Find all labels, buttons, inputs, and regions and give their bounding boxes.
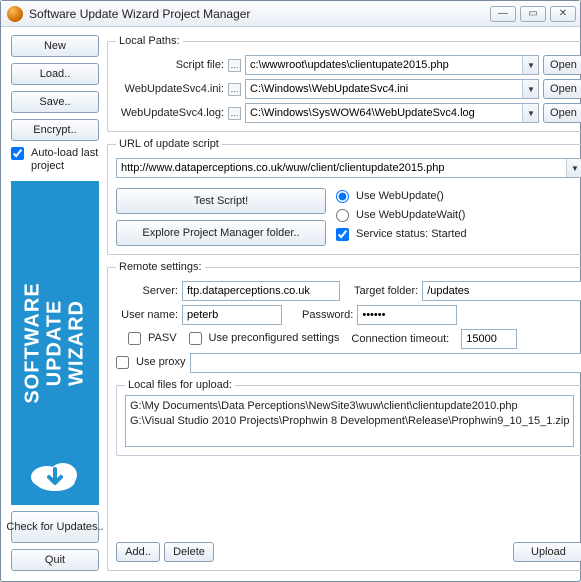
load-button[interactable]: Load.. [11,63,99,85]
target-label: Target folder: [354,285,418,297]
app-window: Software Update Wizard Project Manager —… [0,0,581,582]
script-open-button[interactable]: Open [543,55,581,75]
server-label: Server: [116,285,178,297]
autoload-label: Auto-load last project [31,147,99,173]
titlebar: Software Update Wizard Project Manager —… [1,1,580,27]
use-webupdatewait-row[interactable]: Use WebUpdateWait() [336,209,467,222]
preconf-label: Use preconfigured settings [209,332,340,345]
timeout-input[interactable] [461,329,517,349]
script-file-label: Script file: [116,59,224,71]
proxy-input[interactable] [190,353,581,373]
pasv-row[interactable]: PASV [128,332,177,345]
maximize-button[interactable]: ▭ [520,6,546,22]
remote-group: Remote settings: Server: Target folder: … [107,261,581,571]
chevron-down-icon[interactable]: ▼ [522,80,538,98]
test-script-button[interactable]: Test Script! [116,188,326,214]
cloud-download-icon [27,455,83,495]
banner-line1: SOFTWARE [22,283,44,404]
add-button[interactable]: Add.. [116,542,160,562]
password-input[interactable] [357,305,457,325]
log-label: WebUpdateSvc4.log: [116,107,224,119]
service-status-label: Service status: Started [356,228,467,241]
url-legend: URL of update script [116,138,222,150]
password-label: Password: [302,309,353,321]
autoload-checkbox[interactable] [11,147,24,160]
proxy-row[interactable]: Use proxy [116,356,186,369]
user-input[interactable] [182,305,282,325]
ini-input[interactable] [245,79,539,99]
timeout-label: Connection timeout: [351,333,449,345]
remote-legend: Remote settings: [116,261,205,273]
list-item[interactable]: G:\My Documents\Data Perceptions\NewSite… [130,399,569,414]
upload-button[interactable]: Upload [513,542,581,562]
local-paths-group: Local Paths: Script file: … ▼ Open WebUp… [107,35,581,132]
pasv-checkbox[interactable] [128,332,141,345]
chevron-down-icon[interactable]: ▼ [522,56,538,74]
url-input[interactable] [116,158,581,178]
use-webupdatewait-radio[interactable] [336,209,349,222]
url-group: URL of update script ▼ Test Script! Expl… [107,138,581,255]
new-button[interactable]: New [11,35,99,57]
pasv-label: PASV [148,332,177,345]
encrypt-button[interactable]: Encrypt.. [11,119,99,141]
service-status-checkbox[interactable] [336,228,349,241]
service-status-row[interactable]: Service status: Started [336,228,467,241]
autoload-checkbox-row[interactable]: Auto-load last project [11,147,99,173]
script-file-input[interactable] [245,55,539,75]
chevron-down-icon[interactable]: ▼ [566,159,581,177]
check-updates-button[interactable]: Check for Updates.. [11,511,99,543]
files-listbox[interactable]: G:\My Documents\Data Perceptions\NewSite… [125,395,574,447]
delete-button[interactable]: Delete [164,542,214,562]
script-file-browse-icon[interactable]: … [228,59,241,72]
use-webupdate-row[interactable]: Use WebUpdate() [336,190,467,203]
list-item[interactable]: G:\Visual Studio 2010 Projects\Prophwin … [130,414,569,429]
close-button[interactable]: ✕ [550,6,576,22]
server-input[interactable] [182,281,340,301]
explore-folder-button[interactable]: Explore Project Manager folder.. [116,220,326,246]
minimize-button[interactable]: — [490,6,516,22]
quit-button[interactable]: Quit [11,549,99,571]
banner-line3: WIZARD [66,300,88,386]
preconf-checkbox[interactable] [189,332,202,345]
ini-label: WebUpdateSvc4.ini: [116,83,224,95]
use-webupdate-radio[interactable] [336,190,349,203]
banner-line2: UPDATE [44,300,66,387]
chevron-down-icon[interactable]: ▼ [522,104,538,122]
files-group: Local files for upload: G:\My Documents\… [116,379,581,456]
proxy-label: Use proxy [136,356,186,369]
window-title: Software Update Wizard Project Manager [29,7,490,21]
target-input[interactable] [422,281,581,301]
files-legend: Local files for upload: [125,379,235,391]
use-webupdatewait-label: Use WebUpdateWait() [356,209,465,222]
log-input[interactable] [245,103,539,123]
ini-open-button[interactable]: Open [543,79,581,99]
log-browse-icon[interactable]: … [228,107,241,120]
use-webupdate-label: Use WebUpdate() [356,190,444,203]
local-paths-legend: Local Paths: [116,35,183,47]
app-icon [7,6,23,22]
user-label: User name: [116,309,178,321]
preconf-row[interactable]: Use preconfigured settings [189,332,340,345]
log-open-button[interactable]: Open [543,103,581,123]
save-button[interactable]: Save.. [11,91,99,113]
proxy-checkbox[interactable] [116,356,129,369]
ini-browse-icon[interactable]: … [228,83,241,96]
banner: SOFTWARE UPDATE WIZARD [11,181,99,505]
